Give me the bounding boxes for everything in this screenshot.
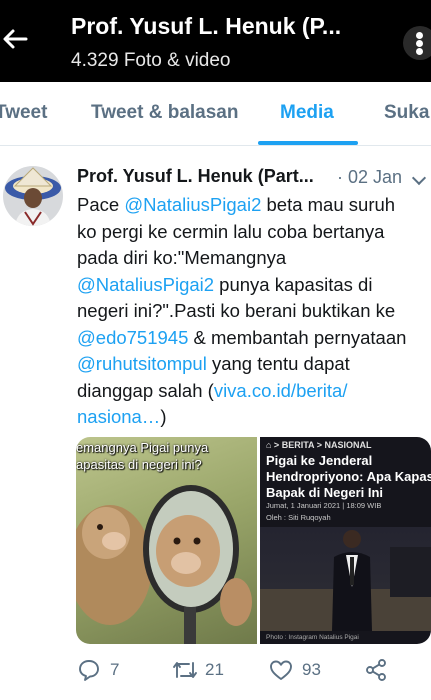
news-author: Oleh : Siti Ruqoyah: [266, 513, 331, 522]
news-photo: [260, 527, 431, 631]
reply-count: 7: [110, 660, 120, 679]
mention-link[interactable]: @ruhutsitompul: [77, 353, 207, 374]
retweet-button[interactable]: 21: [172, 655, 242, 685]
tweet-author-name[interactable]: Prof. Yusuf L. Henuk (Part...: [77, 166, 314, 187]
active-tab-indicator: [258, 141, 358, 145]
media-image-monkey[interactable]: emangnya Pigai punya apasitas di negeri …: [76, 437, 257, 644]
tweet-line: @NataliusPigai2 punya kapasitas di: [77, 273, 373, 295]
like-icon: [270, 660, 292, 680]
mention-link[interactable]: @edo751945: [77, 327, 188, 348]
tweet-text: Pace @NataliusPigai2 beta mau suruh ko p…: [77, 192, 429, 431]
url-link[interactable]: nasiona…: [77, 406, 160, 427]
media-image-news[interactable]: ⌂ > BERITA > NASIONAL Pigai ke Jenderal …: [260, 437, 431, 644]
tab-tweets[interactable]: Tweet: [0, 102, 47, 124]
more-options-icon[interactable]: [403, 26, 431, 60]
mention-link[interactable]: @NataliusPigai2: [124, 194, 261, 215]
avatar[interactable]: [3, 166, 63, 226]
profile-tabs: Tweet Tweet & balasan Media Suka: [0, 82, 431, 146]
tweet-date[interactable]: · 02 Jan: [337, 167, 402, 188]
retweet-count: 21: [205, 660, 224, 679]
tab-tweets-replies[interactable]: Tweet & balasan: [91, 102, 238, 124]
news-breadcrumb: ⌂ > BERITA > NASIONAL: [266, 440, 372, 450]
url-link[interactable]: viva.co.id/berita/: [214, 380, 348, 401]
tweet-line: @edo751945 & membantah pernyataan: [77, 326, 407, 348]
profile-header: Prof. Yusuf L. Henuk (P... 4.329 Foto & …: [0, 0, 431, 82]
news-headline: Pigai ke Jenderal Hendropriyono: Apa Kap…: [266, 453, 431, 500]
reply-icon: [79, 660, 99, 681]
tab-likes[interactable]: Suka: [384, 102, 429, 124]
mention-link[interactable]: @NataliusPigai2: [77, 274, 214, 295]
tab-media[interactable]: Media: [280, 102, 334, 124]
tweet-line: dianggap salah (viva.co.id/berita/: [77, 379, 348, 401]
like-button[interactable]: 93: [269, 655, 339, 685]
tweet-line: Pace @NataliusPigai2 beta mau suruh: [77, 194, 396, 215]
tweet-line: pada diri ko:"Memangnya: [77, 247, 287, 268]
back-arrow-icon[interactable]: [0, 24, 30, 54]
news-date: Jumat, 1 Januari 2021 | 18:09 WIB: [266, 501, 382, 510]
tweet-line: ko pergi ke cermin lalu coba bertanya: [77, 220, 385, 242]
retweet-icon: [173, 662, 197, 678]
image-caption: emangnya Pigai punya apasitas di negeri …: [76, 440, 209, 472]
tweet-line: nasiona…): [77, 406, 167, 427]
share-icon: [366, 659, 386, 681]
tweet-actions: 7 21 93: [77, 655, 431, 685]
tweet-media: emangnya Pigai punya apasitas di negeri …: [76, 437, 431, 644]
like-count: 93: [302, 660, 321, 679]
tweet-line: negeri ini?".Pasti ko berani buktikan ke: [77, 300, 396, 321]
media-count-subtitle: 4.329 Foto & video: [71, 50, 231, 71]
tweet-header: Prof. Yusuf L. Henuk (Part... · 02 Jan: [77, 166, 427, 190]
reply-button[interactable]: 7: [77, 655, 147, 685]
photo-credit: Photo : Instagram Natalius Pigai: [266, 634, 359, 641]
tweet-line: @ruhutsitompul yang tentu dapat: [77, 353, 350, 374]
profile-name-title: Prof. Yusuf L. Henuk (P...: [71, 13, 342, 39]
share-button[interactable]: [364, 655, 394, 685]
chevron-down-icon[interactable]: [411, 170, 427, 186]
